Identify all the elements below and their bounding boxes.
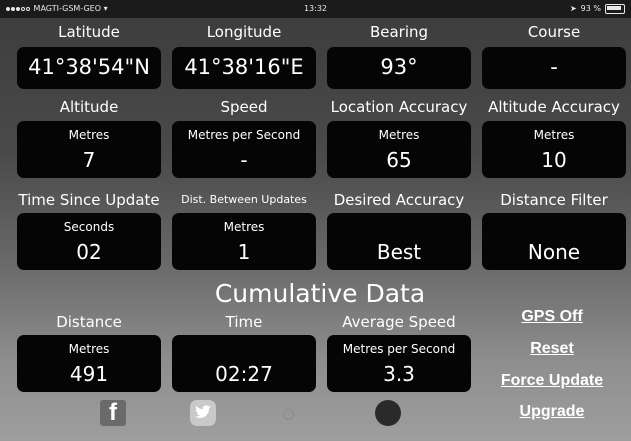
speed-unit: Metres per Second (187, 128, 301, 142)
distance-between-updates-label: Dist. Between Updates (181, 193, 307, 206)
longitude-box: 41°38'16"E (172, 47, 316, 89)
time-cell: Time 02:27 (172, 312, 316, 392)
time-since-update-box: Seconds 02 (17, 213, 161, 270)
location-accuracy-unit: Metres (378, 128, 420, 142)
desired-accuracy-cell: Desired Accuracy Best (327, 190, 471, 270)
info-icon[interactable] (283, 409, 294, 420)
distance-label: Distance (56, 313, 122, 331)
average-speed-cell: Average Speed Metres per Second 3.3 (327, 312, 471, 392)
distance-between-updates-unit: Metres (223, 220, 265, 234)
altitude-accuracy-unit: Metres (533, 128, 575, 142)
average-speed-value: 3.3 (383, 362, 415, 386)
latitude-value: 41°38'54"N (28, 55, 150, 79)
average-speed-unit: Metres per Second (342, 342, 456, 356)
bearing-label: Bearing (369, 23, 429, 41)
altitude-accuracy-label: Altitude Accuracy (488, 98, 620, 116)
latitude-cell: Latitude 41°38'54"N (17, 22, 161, 89)
speed-box: Metres per Second - (172, 121, 316, 178)
distance-unit: Metres (68, 342, 110, 356)
location-accuracy-box: Metres 65 (327, 121, 471, 178)
speed-value: - (240, 148, 248, 172)
cumulative-data-title: Cumulative Data (214, 279, 426, 308)
location-arrow-icon: ➤ (569, 4, 577, 13)
distance-filter-box[interactable]: None (482, 213, 626, 270)
distance-between-updates-cell: Dist. Between Updates Metres 1 (172, 190, 316, 270)
average-speed-label: Average Speed (342, 313, 456, 331)
bearing-value: 93° (380, 55, 418, 79)
altitude-value: 7 (82, 148, 96, 172)
battery-percent: 93 % (580, 4, 601, 13)
speed-label: Speed (220, 98, 268, 116)
upgrade-link[interactable]: Upgrade (477, 403, 627, 421)
desired-accuracy-label: Desired Accuracy (333, 191, 465, 209)
location-accuracy-label: Location Accuracy (330, 98, 468, 116)
time-since-update-unit: Seconds (63, 220, 115, 234)
altitude-accuracy-value: 10 (541, 148, 567, 172)
battery-indicator: ➤ 93 % (570, 0, 625, 18)
latitude-box: 41°38'54"N (17, 47, 161, 89)
altitude-box: Metres 7 (17, 121, 161, 178)
distance-cell: Distance Metres 491 (17, 312, 161, 392)
bearing-box: 93° (327, 47, 471, 89)
distance-between-updates-box: Metres 1 (172, 213, 316, 270)
time-since-update-value: 02 (76, 240, 102, 264)
force-update-link[interactable]: Force Update (477, 372, 627, 390)
gps-off-link[interactable]: GPS Off (477, 308, 627, 326)
time-label: Time (225, 313, 263, 331)
status-bar: MAGTI-GSM-GEO ▾ 13:32 ➤ 93 % (0, 0, 631, 18)
desired-accuracy-value: Best (376, 240, 422, 264)
course-box: - (482, 47, 626, 89)
course-value: - (550, 55, 558, 79)
longitude-cell: Longitude 41°38'16"E (172, 22, 316, 89)
battery-icon (605, 4, 625, 14)
distance-box: Metres 491 (17, 335, 161, 392)
altitude-unit: Metres (68, 128, 110, 142)
average-speed-box: Metres per Second 3.3 (327, 335, 471, 392)
reset-link[interactable]: Reset (477, 340, 627, 358)
bearing-cell: Bearing 93° (327, 22, 471, 89)
time-since-update-label: Time Since Update (18, 191, 160, 209)
distance-value: 491 (69, 362, 109, 386)
distance-filter-label: Distance Filter (500, 191, 608, 209)
altitude-label: Altitude (59, 98, 119, 116)
distance-filter-cell: Distance Filter None (482, 190, 626, 270)
latitude-label: Latitude (58, 23, 120, 41)
altitude-cell: Altitude Metres 7 (17, 97, 161, 178)
location-accuracy-value: 65 (386, 148, 412, 172)
status-time: 13:32 (303, 4, 328, 13)
record-dot-icon[interactable] (375, 400, 401, 426)
time-since-update-cell: Time Since Update Seconds 02 (17, 190, 161, 270)
twitter-icon[interactable] (190, 400, 216, 426)
desired-accuracy-box[interactable]: Best (327, 213, 471, 270)
course-cell: Course - (482, 22, 626, 89)
time-value: 02:27 (215, 362, 273, 386)
altitude-accuracy-box: Metres 10 (482, 121, 626, 178)
speed-cell: Speed Metres per Second - (172, 97, 316, 178)
distance-between-updates-value: 1 (237, 240, 251, 264)
distance-filter-value: None (527, 240, 581, 264)
altitude-accuracy-cell: Altitude Accuracy Metres 10 (482, 97, 626, 178)
course-label: Course (527, 23, 581, 41)
time-box: 02:27 (172, 335, 316, 392)
location-accuracy-cell: Location Accuracy Metres 65 (327, 97, 471, 178)
longitude-label: Longitude (206, 23, 282, 41)
longitude-value: 41°38'16"E (184, 55, 304, 79)
facebook-icon[interactable]: f (100, 399, 126, 426)
